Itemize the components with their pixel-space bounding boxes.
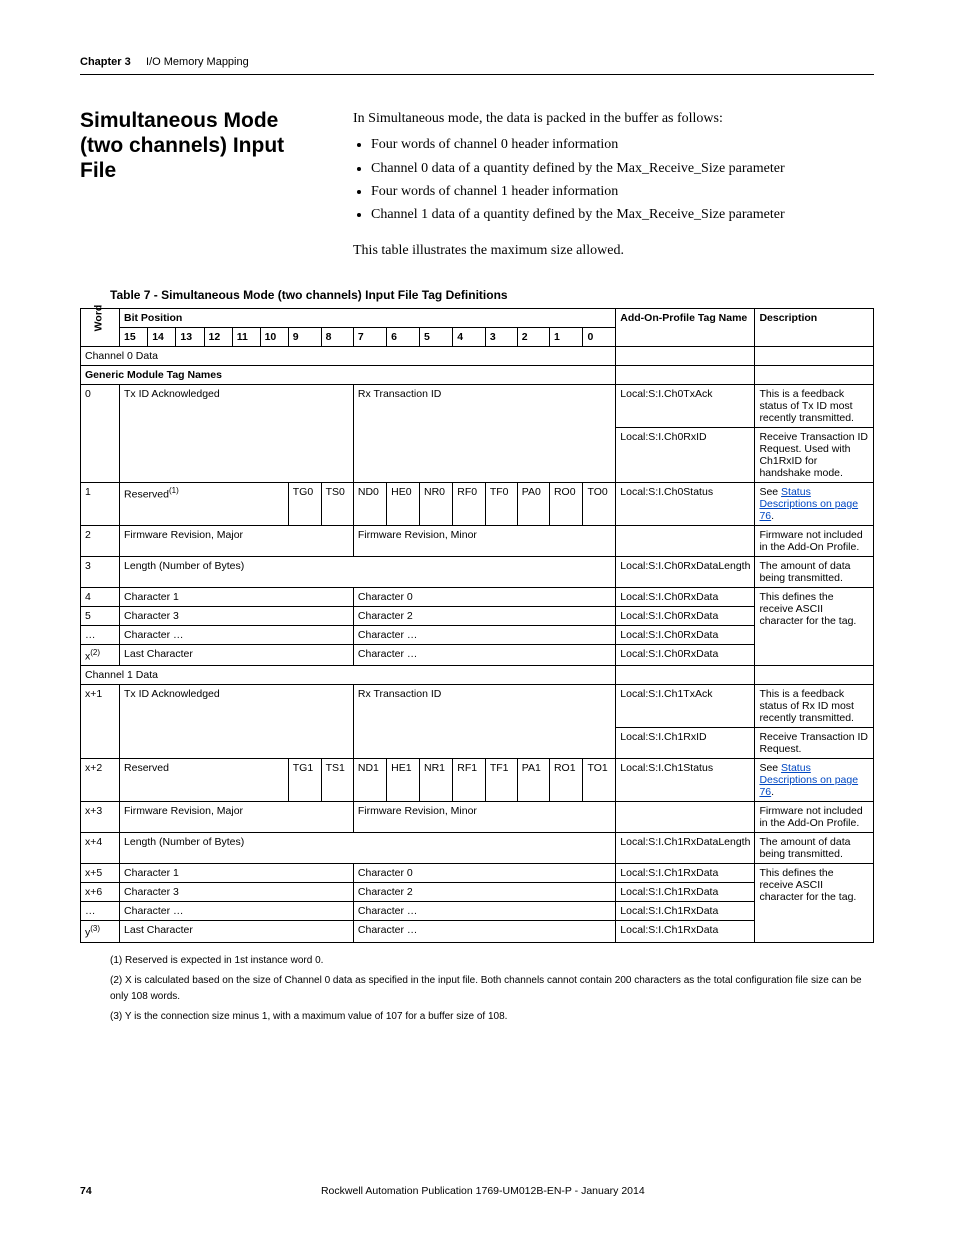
table-row: y(3) Last Character Character … Local:S:… <box>81 921 874 943</box>
tag-definitions-table: Word Bit Position Add-On-Profile Tag Nam… <box>80 308 874 943</box>
table-row: 2 Firmware Revision, Major Firmware Revi… <box>81 525 874 556</box>
col-word: Word <box>81 308 120 346</box>
table-row: x+6 Character 3 Character 2 Local:S:I.Ch… <box>81 883 874 902</box>
col-tag: Add-On-Profile Tag Name <box>616 308 755 346</box>
page-footer: 74 Rockwell Automation Publication 1769-… <box>80 1185 874 1197</box>
table-row: 4 Character 1 Character 0 Local:S:I.Ch0R… <box>81 587 874 606</box>
bullet: Four words of channel 0 header informati… <box>371 135 874 155</box>
table-row: … Character … Character … Local:S:I.Ch0R… <box>81 625 874 644</box>
table-row: x+1 Tx ID Acknowledged Rx Transaction ID… <box>81 685 874 728</box>
table-row: x+4 Length (Number of Bytes) Local:S:I.C… <box>81 833 874 864</box>
page: Chapter 3 I/O Memory Mapping Simultaneou… <box>0 0 954 1227</box>
section-generic: Generic Module Tag Names <box>81 365 874 384</box>
intro-tail: This table illustrates the maximum size … <box>353 241 874 261</box>
table-row: x+2 Reserved TG1 TS1 ND1 HE1 NR1 RF1 TF1… <box>81 759 874 802</box>
table-caption: Table 7 - Simultaneous Mode (two channel… <box>110 288 874 302</box>
chapter-label: Chapter 3 <box>80 56 131 68</box>
table-row: x(2) Last Character Character … Local:S:… <box>81 644 874 666</box>
table-row: 0 Tx ID Acknowledged Rx Transaction ID L… <box>81 384 874 427</box>
table-row: 5 Character 3 Character 2 Local:S:I.Ch0R… <box>81 606 874 625</box>
table-row: x+3 Firmware Revision, Major Firmware Re… <box>81 802 874 833</box>
intro-text: In Simultaneous mode, the data is packed… <box>353 109 874 129</box>
col-bit-position: Bit Position <box>120 308 616 327</box>
bullet: Four words of channel 1 header informati… <box>371 182 874 202</box>
page-number: 74 <box>80 1185 92 1197</box>
table-row: … Character … Character … Local:S:I.Ch1R… <box>81 902 874 921</box>
footnote: (2) X is calculated based on the size of… <box>110 973 874 1005</box>
table-row: x+5 Character 1 Character 0 Local:S:I.Ch… <box>81 864 874 883</box>
running-header: Chapter 3 I/O Memory Mapping <box>80 56 874 75</box>
col-desc: Description <box>755 308 874 346</box>
chapter-title: I/O Memory Mapping <box>146 56 249 68</box>
header-row-1: Word Bit Position Add-On-Profile Tag Nam… <box>81 308 874 327</box>
bullet: Channel 0 data of a quantity defined by … <box>371 159 874 179</box>
footnote: (3) Y is the connection size minus 1, wi… <box>110 1009 874 1025</box>
table-row: 3 Length (Number of Bytes) Local:S:I.Ch0… <box>81 556 874 587</box>
publication-id: Rockwell Automation Publication 1769-UM0… <box>321 1185 645 1197</box>
intro-bullets: Four words of channel 0 header informati… <box>371 135 874 225</box>
bullet: Channel 1 data of a quantity defined by … <box>371 205 874 225</box>
section-channel0: Channel 0 Data <box>81 346 874 365</box>
section-title: Simultaneous Mode (two channels) Input F… <box>80 109 325 262</box>
section-intro: In Simultaneous mode, the data is packed… <box>353 109 874 262</box>
table-row: 1 Reserved(1) TG0 TS0 ND0 HE0 NR0 RF0 TF… <box>81 482 874 525</box>
footnote: (1) Reserved is expected in 1st instance… <box>110 953 874 969</box>
footnotes: (1) Reserved is expected in 1st instance… <box>110 953 874 1025</box>
section-channel1: Channel 1 Data <box>81 666 874 685</box>
section-lead: Simultaneous Mode (two channels) Input F… <box>80 109 874 262</box>
